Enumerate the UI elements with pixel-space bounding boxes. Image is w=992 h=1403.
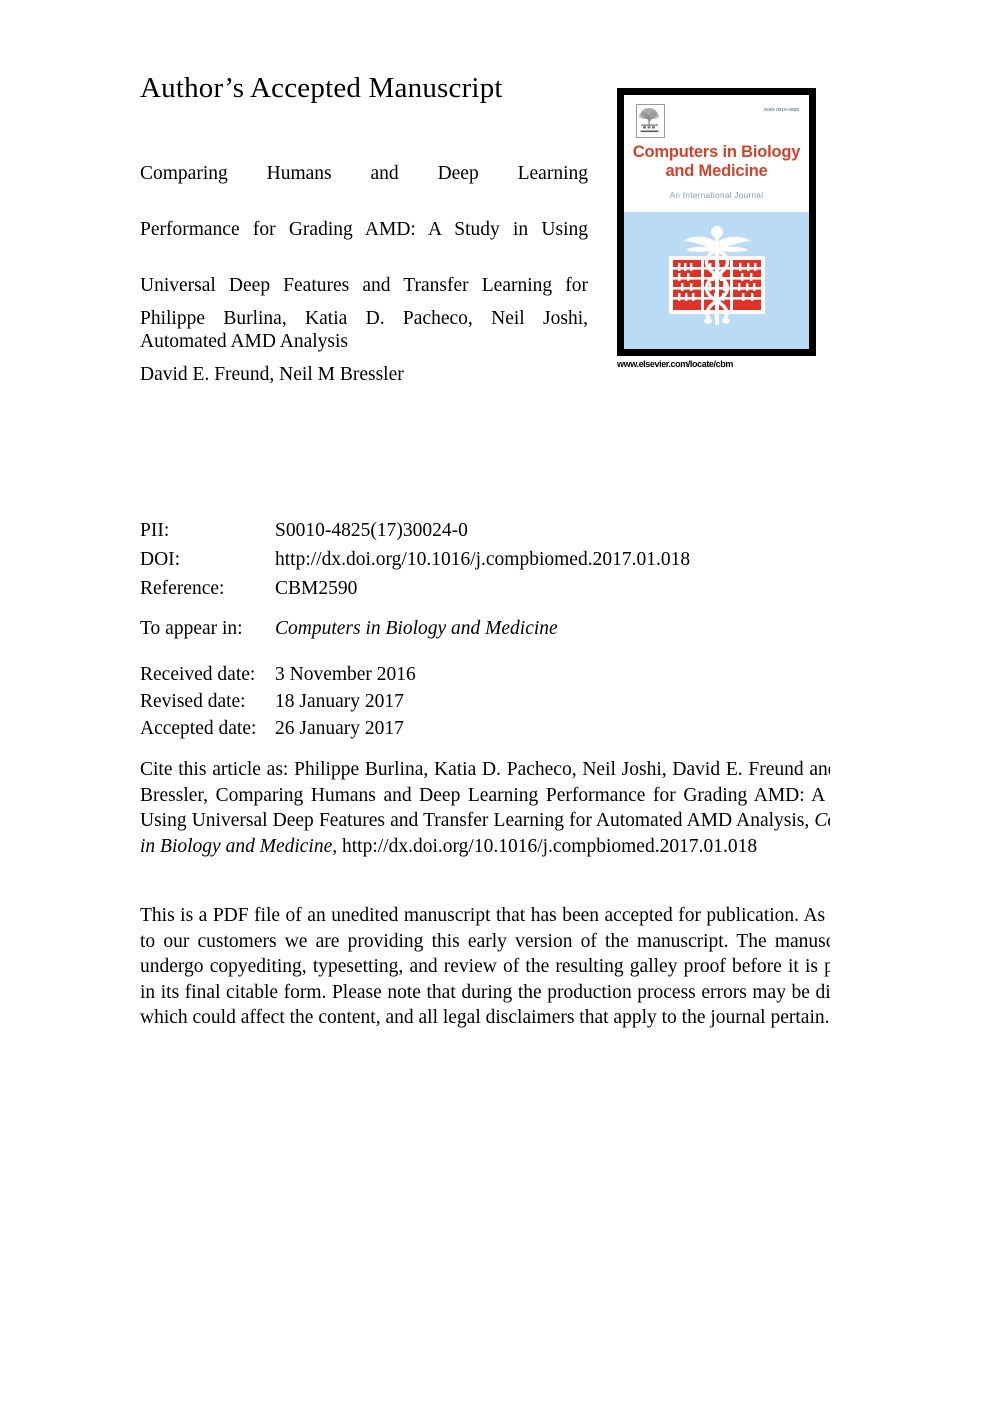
publication-metadata: PII: S0010-4825(17)30024-0 DOI: http://d… (140, 516, 690, 603)
elsevier-tree-logo-icon (636, 104, 665, 138)
received-date-row: Received date: 3 November 2016 (140, 661, 416, 688)
citation-prefix: Cite this article as: Philippe Burlina, … (140, 759, 900, 831)
received-date-value: 3 November 2016 (275, 664, 416, 685)
journal-cover-url: www.elsevier.com/locate/cbm (617, 359, 733, 369)
author-list: Philippe Burlina, Katia D. Pacheco, Neil… (140, 305, 588, 389)
metadata-row-doi: DOI: http://dx.doi.org/10.1016/j.compbio… (140, 545, 690, 574)
doi-value[interactable]: http://dx.doi.org/10.1016/j.compbiomed.2… (275, 545, 690, 574)
author-line: Philippe Burlina, Katia D. Pacheco, Neil… (140, 308, 588, 329)
cover-journal-title: Computers in Biology and Medicine (624, 143, 809, 181)
to-appear-in-row: To appear in: Computers in Biology and M… (140, 614, 558, 643)
reference-value: CBM2590 (275, 578, 358, 599)
revised-date-row: Revised date: 18 January 2017 (140, 688, 416, 715)
right-margin-clip (830, 0, 992, 1403)
page-title: Author’s Accepted Manuscript (140, 72, 503, 104)
cover-subtitle: An International Journal (669, 191, 764, 200)
author-line: David E. Freund, Neil M Bressler (140, 364, 404, 385)
disclaimer-paragraph: This is a PDF file of an unedited manusc… (140, 905, 900, 1028)
doi-label: DOI: (140, 549, 181, 570)
revised-date-label: Revised date: (140, 691, 246, 712)
to-appear-in-label: To appear in: (140, 618, 243, 639)
metadata-row-reference: Reference: CBM2590 (140, 574, 690, 603)
cover-title-line-1: Computers in Biology (632, 143, 801, 161)
received-date-label: Received date: (140, 664, 256, 685)
caduceus-abacus-icon (657, 223, 777, 331)
to-appear-in-value: Computers in Biology and Medicine (275, 618, 558, 639)
manuscript-dates: Received date: 3 November 2016 Revised d… (140, 661, 416, 742)
revised-date-value: 18 January 2017 (275, 691, 404, 712)
article-title-line: Performance for Grading AMD: A Study in … (140, 219, 588, 240)
reference-label: Reference: (140, 578, 225, 599)
accepted-date-value: 26 January 2017 (275, 718, 404, 739)
cover-issn: ISSN 0010-4825 (763, 107, 799, 112)
article-title-line: Comparing Humans and Deep Learning (140, 163, 588, 184)
accepted-date-row: Accepted date: 26 January 2017 (140, 715, 416, 742)
manuscript-cover-page: Author’s Accepted Manuscript Comparing H… (0, 0, 992, 1403)
accepted-date-label: Accepted date: (140, 718, 257, 739)
pii-value: S0010-4825(17)30024-0 (275, 520, 468, 541)
metadata-row-pii: PII: S0010-4825(17)30024-0 (140, 516, 690, 545)
pii-label: PII: (140, 520, 170, 541)
citation-paragraph: Cite this article as: Philippe Burlina, … (140, 757, 900, 859)
citation-suffix: , http://dx.doi.org/10.1016/j.compbiomed… (332, 835, 758, 857)
journal-cover: ISSN 0010-4825 Computers in Biology and … (617, 88, 816, 369)
journal-cover-frame: ISSN 0010-4825 Computers in Biology and … (617, 88, 816, 356)
cover-title-line-2: and Medicine (665, 162, 768, 180)
